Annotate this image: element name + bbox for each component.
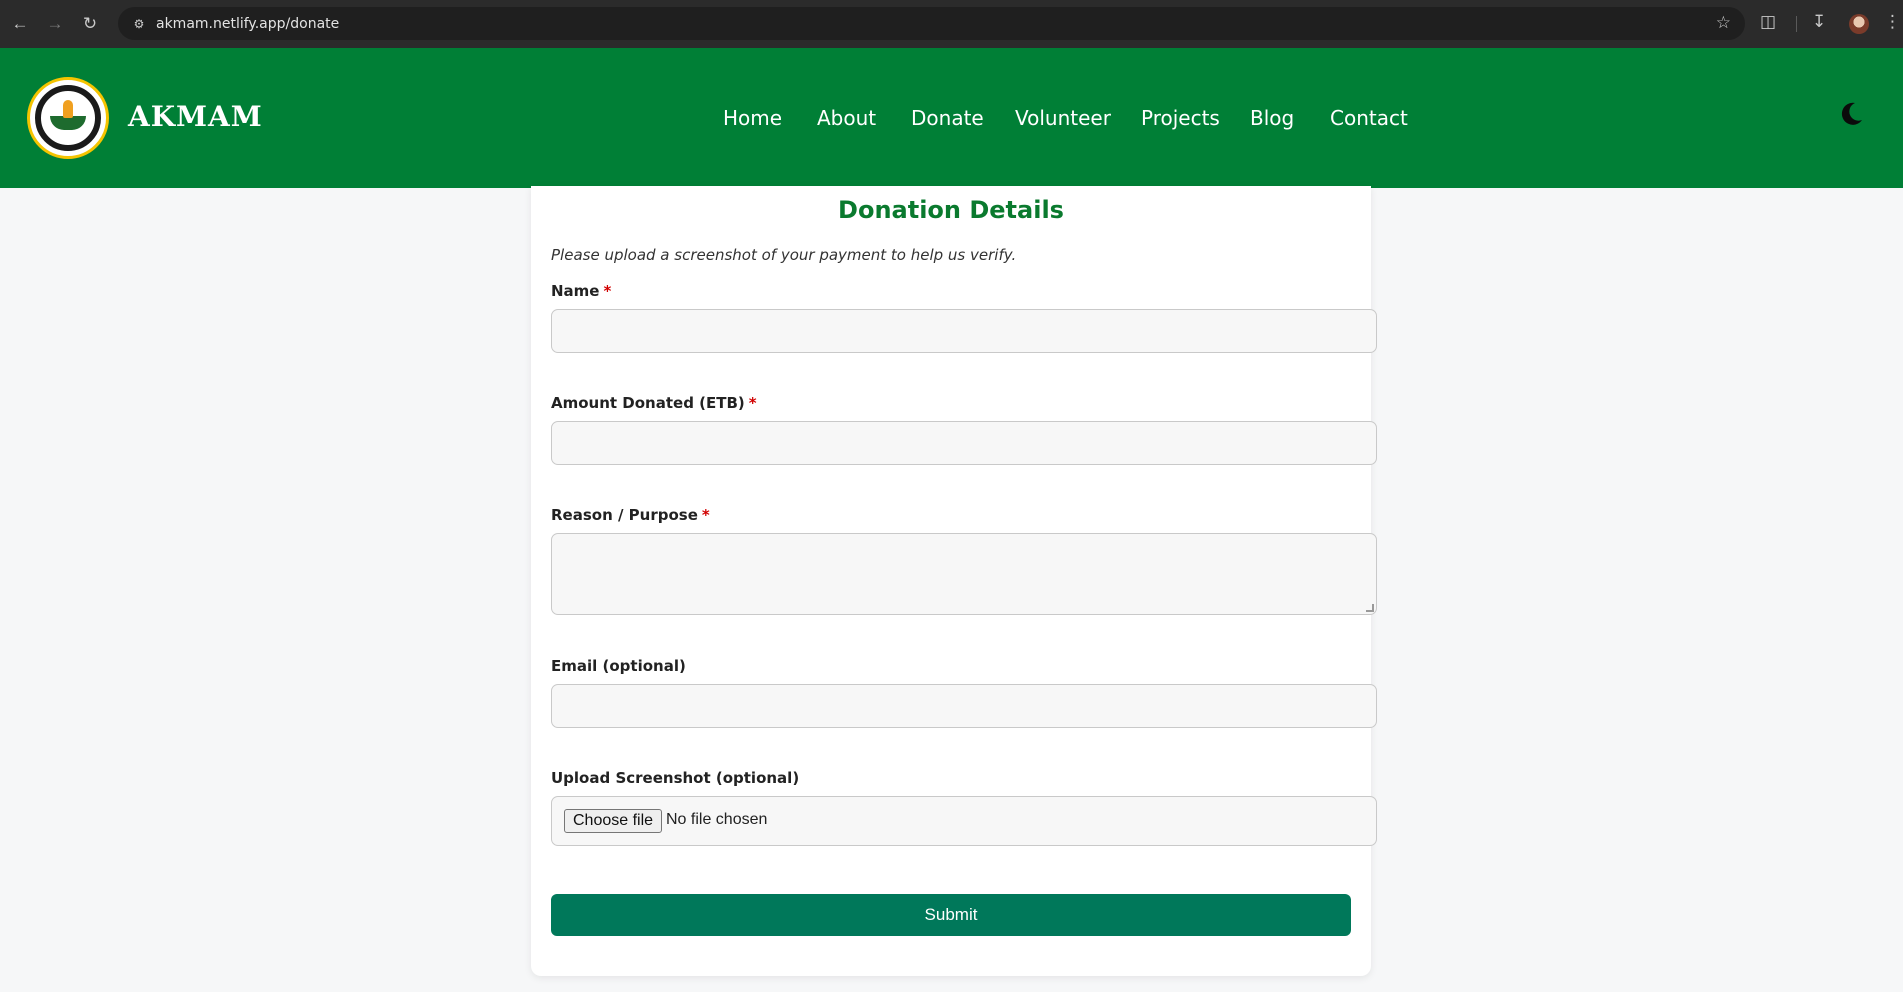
amount-input[interactable] — [551, 421, 1377, 465]
nav-home[interactable]: Home — [723, 106, 782, 130]
required-mark: * — [701, 506, 710, 524]
extensions-icon[interactable]: ◫ — [1760, 12, 1776, 32]
dark-mode-moon-icon[interactable] — [1838, 101, 1864, 127]
resize-handle-icon[interactable] — [1366, 604, 1374, 612]
amount-label: Amount Donated (ETB) * — [551, 394, 757, 412]
reason-label-text: Reason / Purpose — [551, 506, 698, 524]
toolbar-divider — [1796, 16, 1797, 32]
browser-menu-icon[interactable]: ⋮ — [1884, 12, 1901, 32]
email-input[interactable] — [551, 684, 1377, 728]
browser-toolbar: ← → ↻ ⚙ akmam.netlify.app/donate ☆ ◫ ↧ ⋮ — [0, 0, 1903, 48]
nav-volunteer[interactable]: Volunteer — [1015, 106, 1111, 130]
nav-donate[interactable]: Donate — [911, 106, 984, 130]
nav-contact[interactable]: Contact — [1330, 106, 1408, 130]
required-mark: * — [748, 394, 757, 412]
site-header: AKMAM Home About Donate Volunteer Projec… — [0, 48, 1903, 188]
form-hint: Please upload a screenshot of your payme… — [551, 246, 1017, 264]
back-arrow-icon[interactable]: ← — [8, 12, 32, 36]
name-label: Name * — [551, 282, 611, 300]
name-label-text: Name — [551, 282, 600, 300]
bookmark-star-icon[interactable]: ☆ — [1716, 13, 1731, 33]
url-text[interactable]: akmam.netlify.app/donate — [156, 16, 339, 32]
reload-icon[interactable]: ↻ — [78, 12, 102, 36]
choose-file-button[interactable]: Choose file — [564, 809, 663, 833]
form-title: Donation Details — [838, 196, 1064, 224]
upload-file-input[interactable]: Choose file No file chosen — [551, 796, 1377, 846]
reason-label: Reason / Purpose * — [551, 506, 710, 524]
site-info-icon[interactable]: ⚙ — [130, 15, 148, 33]
main-nav: Home About Donate Volunteer Projects Blo… — [0, 106, 1903, 136]
amount-label-text: Amount Donated (ETB) — [551, 394, 745, 412]
file-status: No file chosen — [666, 811, 768, 828]
nav-about[interactable]: About — [817, 106, 876, 130]
email-label: Email (optional) — [551, 657, 686, 675]
nav-projects[interactable]: Projects — [1141, 106, 1220, 130]
profile-avatar[interactable] — [1849, 14, 1869, 34]
reason-textarea[interactable] — [551, 533, 1377, 615]
download-icon[interactable]: ↧ — [1812, 12, 1826, 32]
nav-blog[interactable]: Blog — [1250, 106, 1294, 130]
address-bar[interactable]: ⚙ akmam.netlify.app/donate ☆ — [118, 7, 1745, 40]
donation-form-card: Donation Details Please upload a screens… — [531, 186, 1377, 976]
forward-arrow-icon[interactable]: → — [43, 12, 67, 36]
upload-label: Upload Screenshot (optional) — [551, 769, 800, 787]
name-input[interactable] — [551, 309, 1377, 353]
submit-button[interactable]: Submit — [551, 894, 1351, 936]
required-mark: * — [603, 282, 612, 300]
